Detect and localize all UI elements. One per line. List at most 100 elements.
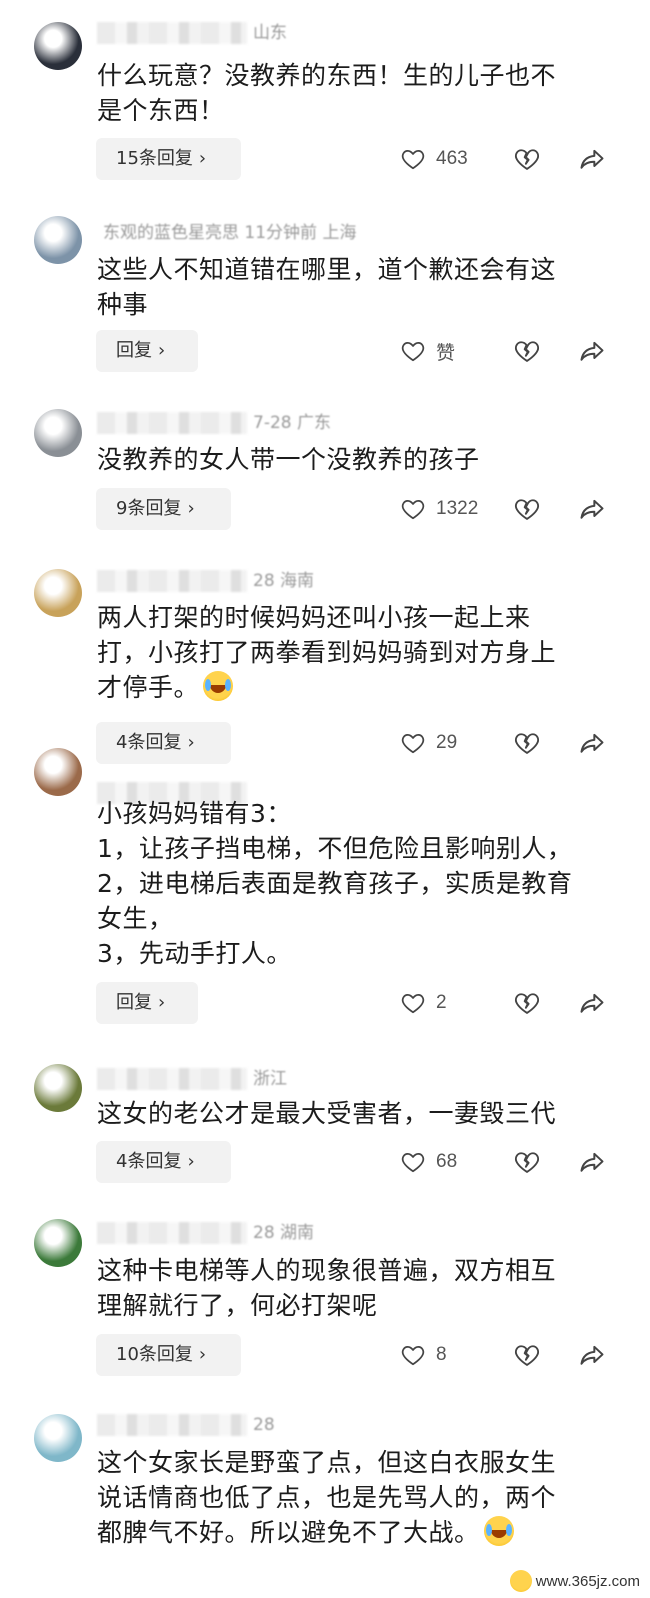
comment-text-block: 两人打架的时候妈妈还叫小孩一起上来 打，小孩打了两拳看到妈妈骑到对方身上 才停手… — [97, 600, 617, 705]
share-arrow-icon[interactable] — [578, 145, 606, 173]
like-button[interactable]: 29 — [400, 722, 457, 764]
comment-text-block: 这种卡电梯等人的现象很普遍，双方相互 理解就行了，何必打架呢 — [97, 1253, 617, 1323]
like-button[interactable]: 68 — [400, 1141, 457, 1183]
replies-button[interactable]: 回复 › — [96, 330, 198, 372]
heart-outline-icon — [400, 730, 426, 756]
comment-meta: 28 湖南 — [97, 1218, 314, 1248]
comment-actions: 463 — [400, 138, 620, 180]
chevron-right-icon: › — [187, 498, 195, 519]
heart-outline-icon — [400, 146, 426, 172]
broken-heart-icon[interactable] — [513, 145, 541, 173]
comment-meta: 浙江 — [97, 1064, 287, 1094]
chevron-right-icon: › — [198, 148, 207, 169]
comment-text-block: 没教养的女人带一个没教养的孩子 — [97, 442, 617, 477]
share-arrow-icon[interactable] — [578, 989, 606, 1017]
comment-meta: 28 — [97, 1410, 275, 1440]
comment-meta: 山东 — [97, 18, 287, 48]
like-count: 8 — [436, 1344, 447, 1365]
share-arrow-icon[interactable] — [578, 495, 606, 523]
comment-actions: 1322 — [400, 488, 620, 530]
broken-heart-icon[interactable] — [513, 729, 541, 757]
comment-location: 7-28 广东 — [253, 413, 331, 433]
comment-text-block: 这女的老公才是最大受害者，一妻毁三代 — [97, 1096, 617, 1131]
replies-button[interactable]: 4条回复 › — [96, 1141, 231, 1183]
broken-heart-icon[interactable] — [513, 1148, 541, 1176]
comment-actions: 赞 — [400, 330, 620, 372]
like-count: 2 — [436, 992, 447, 1013]
comment-text: 小孩妈妈错有3： 1，让孩子挡电梯，不但危险且影响别人， 2，进电梯后表面是教育… — [97, 799, 573, 968]
comment-actions: 29 — [400, 722, 620, 764]
like-button[interactable]: 赞 — [400, 330, 455, 372]
replies-label: 4条回复 — [116, 732, 182, 753]
chevron-right-icon: › — [187, 1151, 195, 1172]
comment-location: 东观的蓝色星亮思 11分钟前 上海 — [103, 223, 357, 243]
laughing-tears-emoji-icon — [483, 1516, 514, 1546]
replies-label: 回复 — [116, 992, 152, 1013]
redacted-username — [97, 1068, 247, 1090]
replies-label: 10条回复 — [116, 1344, 193, 1365]
comment-location: 山东 — [253, 23, 287, 43]
replies-button[interactable]: 15条回复 › — [96, 138, 241, 180]
avatar[interactable] — [34, 1414, 82, 1462]
avatar[interactable] — [34, 569, 82, 617]
like-count: 赞 — [436, 342, 456, 364]
avatar[interactable] — [34, 409, 82, 457]
broken-heart-icon[interactable] — [513, 1341, 541, 1369]
avatar[interactable] — [34, 748, 82, 796]
comment-text: 两人打架的时候妈妈还叫小孩一起上来 打，小孩打了两拳看到妈妈骑到对方身上 才停手… — [97, 603, 557, 702]
chevron-right-icon: › — [198, 1344, 207, 1365]
comment-text-block: 什么玩意？没教养的东西！生的儿子也不 是个东西！ — [97, 58, 617, 128]
comment-meta: 28 海南 — [97, 566, 314, 596]
broken-heart-icon[interactable] — [513, 989, 541, 1017]
replies-label: 15条回复 — [116, 148, 193, 169]
replies-button[interactable]: 10条回复 › — [96, 1334, 241, 1376]
comment-location: 28 海南 — [253, 571, 315, 591]
comment-text-block: 小孩妈妈错有3： 1，让孩子挡电梯，不但危险且影响别人， 2，进电梯后表面是教育… — [97, 796, 617, 971]
comment-location: 28 湖南 — [253, 1223, 315, 1243]
replies-button[interactable]: 回复 › — [96, 982, 198, 1024]
replies-label: 4条回复 — [116, 1151, 182, 1172]
replies-label: 回复 — [116, 340, 152, 361]
heart-outline-icon — [400, 496, 426, 522]
like-button[interactable]: 463 — [400, 138, 468, 180]
comment-text: 这些人不知道错在哪里，道个歉还会有这 种事 — [97, 255, 557, 319]
redacted-username — [97, 1222, 247, 1244]
like-count: 68 — [436, 1151, 458, 1172]
like-button[interactable]: 1322 — [400, 488, 478, 530]
broken-heart-icon[interactable] — [513, 337, 541, 365]
chevron-right-icon: › — [187, 732, 195, 753]
avatar[interactable] — [34, 1219, 82, 1267]
share-arrow-icon[interactable] — [578, 337, 606, 365]
redacted-username — [97, 1414, 247, 1436]
heart-outline-icon — [400, 1149, 426, 1175]
comment-actions: 8 — [400, 1334, 620, 1376]
heart-outline-icon — [400, 338, 426, 364]
share-arrow-icon[interactable] — [578, 1148, 606, 1176]
comment-meta: 东观的蓝色星亮思 11分钟前 上海 — [97, 218, 356, 248]
comment-actions: 68 — [400, 1141, 620, 1183]
like-button[interactable]: 2 — [400, 982, 447, 1024]
comment-location: 浙江 — [253, 1069, 287, 1089]
comment-text: 这女的老公才是最大受害者，一妻毁三代 — [97, 1099, 557, 1128]
replies-button[interactable]: 4条回复 › — [96, 722, 231, 764]
heart-outline-icon — [400, 990, 426, 1016]
like-count: 1322 — [436, 498, 479, 519]
replies-label: 9条回复 — [116, 498, 182, 519]
laughing-tears-emoji-icon — [203, 671, 234, 701]
comment-actions: 2 — [400, 982, 620, 1024]
broken-heart-icon[interactable] — [513, 495, 541, 523]
avatar[interactable] — [34, 1064, 82, 1112]
watermark: www.365jz.com — [505, 1568, 644, 1594]
watermark-text: www.365jz.com — [535, 1572, 640, 1590]
redacted-username — [97, 22, 247, 44]
avatar[interactable] — [34, 216, 82, 264]
chevron-right-icon: › — [158, 340, 166, 361]
comment-meta: 7-28 广东 — [97, 408, 331, 438]
share-arrow-icon[interactable] — [578, 1341, 606, 1369]
like-count: 29 — [436, 732, 458, 753]
share-arrow-icon[interactable] — [578, 729, 606, 757]
like-button[interactable]: 8 — [400, 1334, 447, 1376]
chevron-right-icon: › — [158, 992, 166, 1013]
replies-button[interactable]: 9条回复 › — [96, 488, 231, 530]
avatar[interactable] — [34, 22, 82, 70]
